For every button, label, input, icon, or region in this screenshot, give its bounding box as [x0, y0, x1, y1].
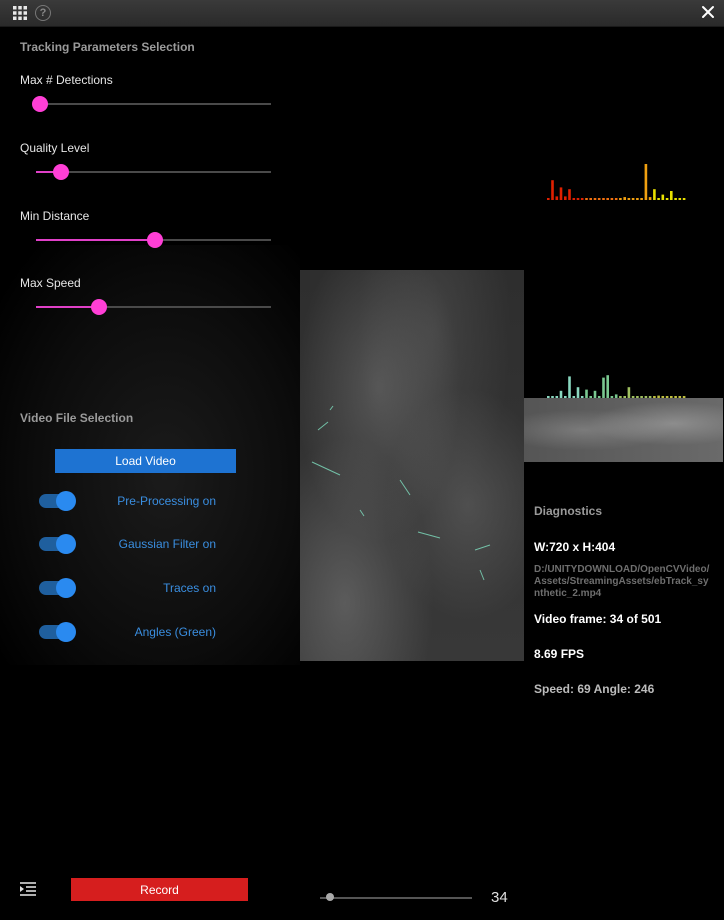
slider-label-max-detections: Max # Detections — [20, 73, 113, 87]
histogram-bar — [627, 387, 631, 398]
video-frame — [300, 270, 524, 661]
histogram-bar — [631, 198, 635, 200]
slider-thumb[interactable] — [90, 299, 107, 315]
video-thumbnail — [524, 398, 723, 462]
histogram-bar — [623, 197, 626, 200]
speed-histogram — [547, 164, 686, 200]
angle-histogram — [547, 375, 686, 398]
histogram-bar — [627, 198, 631, 200]
histogram-bar — [597, 198, 601, 200]
load-video-button[interactable]: Load Video — [55, 449, 236, 473]
histogram-bar — [559, 390, 563, 398]
speed-angle-text: Speed: 69 Angle: 246 — [534, 682, 655, 696]
histogram-bar — [619, 198, 622, 200]
angles-toggle[interactable] — [39, 622, 76, 642]
histogram-bar — [606, 375, 609, 398]
histogram-bar — [585, 198, 588, 200]
slider-thumb[interactable] — [147, 232, 164, 248]
histogram-bar — [653, 189, 656, 200]
histogram-bar — [636, 198, 639, 200]
video-section-title: Video File Selection — [20, 411, 134, 425]
histogram-bar — [568, 189, 571, 200]
record-button[interactable]: Record — [71, 878, 248, 901]
slider-thumb[interactable] — [53, 164, 70, 180]
histogram-bar — [661, 194, 665, 200]
histogram-bar — [559, 187, 563, 200]
toggle-knob — [56, 578, 76, 598]
histogram-bar — [678, 198, 682, 200]
preprocessing-toggle[interactable] — [39, 491, 76, 511]
histogram-bar — [657, 198, 660, 200]
frame-slider[interactable] — [320, 892, 472, 904]
file-path-text: D:/UNITYDOWNLOAD/OpenCVVideo/Assets/Stre… — [534, 564, 710, 599]
gaussian-filter-toggle[interactable] — [39, 534, 76, 554]
tracking-traces — [311, 405, 491, 581]
traces-label[interactable]: Traces on — [163, 581, 216, 595]
histogram-bar — [602, 377, 605, 398]
max-speed-slider[interactable] — [36, 299, 271, 315]
slider-label-max-speed: Max Speed — [20, 276, 81, 290]
histogram-bar — [589, 198, 592, 200]
histogram-bar — [602, 198, 605, 200]
angles-label[interactable]: Angles (Green) — [135, 625, 216, 639]
histogram-bar — [580, 198, 584, 200]
histogram-bar — [576, 198, 580, 200]
slider-track — [36, 171, 271, 173]
frame-number: 34 — [491, 889, 508, 906]
diagnostics-title: Diagnostics — [534, 504, 603, 518]
slider-label-min-distance: Min Distance — [20, 209, 90, 223]
histogram-bar — [614, 198, 618, 200]
menu-collapse-icon[interactable] — [20, 882, 36, 896]
histogram-bar — [610, 198, 614, 200]
preprocessing-label[interactable]: Pre-Processing on — [117, 494, 216, 508]
gaussian-filter-label[interactable]: Gaussian Filter on — [119, 537, 216, 551]
histogram-bar — [564, 196, 567, 200]
close-icon[interactable] — [700, 4, 716, 20]
histogram-bar — [576, 387, 580, 398]
histogram-bar — [572, 198, 576, 200]
slider-track — [36, 103, 271, 105]
resolution-text: W:720 x H:404 — [534, 540, 616, 554]
frame-slider-thumb[interactable] — [326, 893, 335, 901]
histogram-bar — [648, 197, 652, 200]
frame-slider-track — [320, 897, 472, 899]
histogram-bar — [640, 198, 643, 200]
histogram-bar — [555, 196, 559, 200]
histogram-bar — [585, 389, 588, 398]
histogram-bar — [665, 198, 669, 200]
histogram-bar — [593, 198, 597, 200]
toggle-knob — [56, 491, 76, 511]
histogram-bar — [606, 198, 609, 200]
fps-text: 8.69 FPS — [534, 647, 585, 661]
histogram-bar — [644, 164, 648, 200]
tracking-section-title: Tracking Parameters Selection — [20, 40, 195, 54]
slider-fill — [36, 239, 152, 241]
grid-icon[interactable] — [13, 6, 27, 20]
slider-label-quality-level: Quality Level — [20, 141, 90, 155]
traces-toggle[interactable] — [39, 578, 76, 598]
histogram-bar — [682, 198, 686, 200]
histogram-bar — [568, 376, 571, 398]
slider-thumb[interactable] — [32, 96, 48, 112]
histogram-bar — [670, 191, 673, 200]
toggle-knob — [56, 534, 76, 554]
toggle-knob — [56, 622, 76, 642]
slider-fill — [36, 306, 95, 308]
quality-level-slider[interactable] — [36, 164, 271, 180]
histogram-bar — [593, 390, 597, 398]
max-detections-slider[interactable] — [32, 96, 271, 112]
histogram-bar — [547, 198, 550, 200]
histogram-bar — [551, 180, 554, 200]
help-icon[interactable]: ? — [35, 5, 51, 21]
title-bar: ? — [0, 0, 724, 27]
video-frame-text: Video frame: 34 of 501 — [534, 612, 662, 626]
min-distance-slider[interactable] — [36, 232, 271, 248]
histogram-bar — [674, 198, 677, 200]
